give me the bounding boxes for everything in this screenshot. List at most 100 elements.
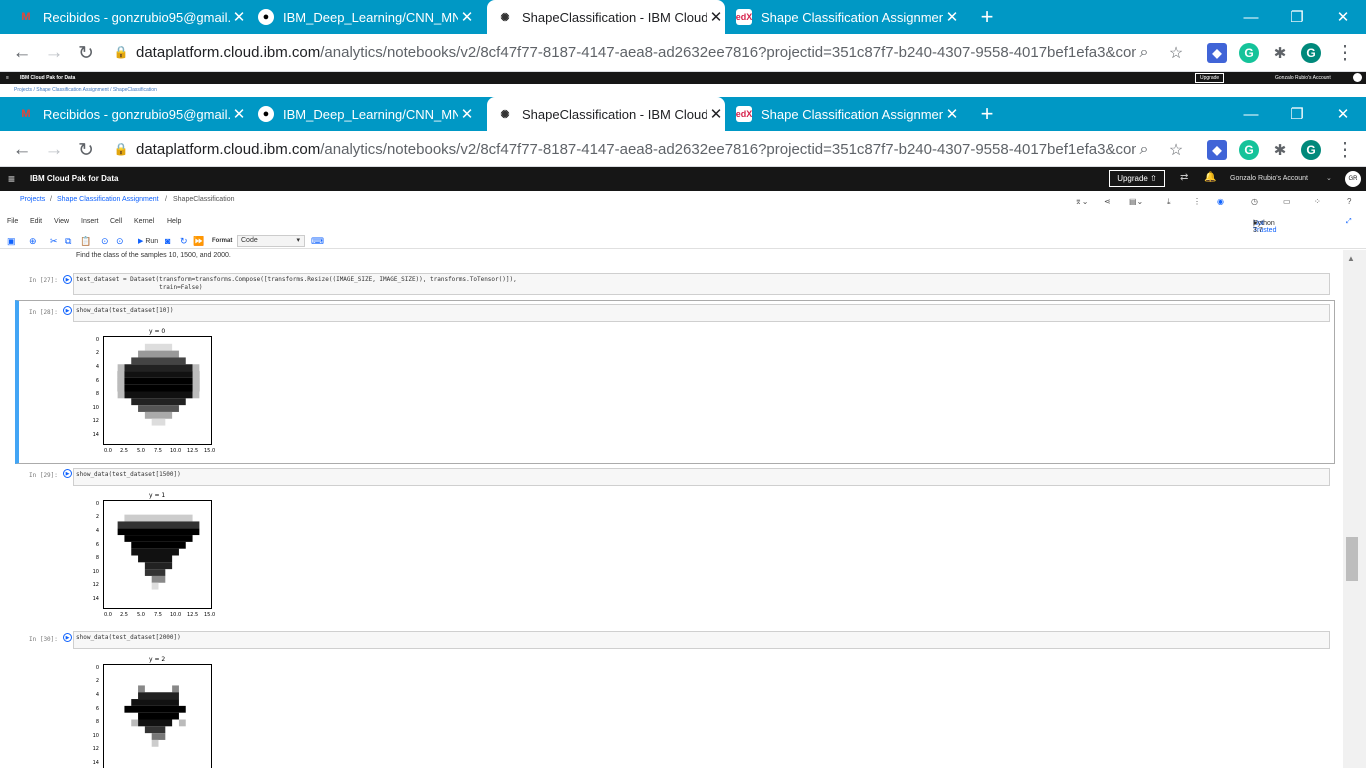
grammarly-icon[interactable]: G — [1239, 43, 1259, 63]
close-icon[interactable]: ✕ — [707, 105, 725, 123]
new-tab-button[interactable]: + — [975, 0, 999, 34]
notification-bell-icon[interactable]: 🔔 — [1204, 172, 1216, 183]
maximize-button[interactable]: ❐ — [1274, 97, 1320, 131]
new-tab-button[interactable]: + — [975, 97, 999, 131]
scroll-up-icon[interactable]: ▲ — [1347, 254, 1355, 263]
maximize-button[interactable]: ❐ — [1274, 0, 1320, 34]
comments-icon[interactable]: ▭ — [1283, 197, 1291, 206]
minimize-button[interactable]: — — [1228, 0, 1274, 34]
breadcrumb-projects[interactable]: Projects — [20, 196, 45, 203]
tab-gmail[interactable]: M Recibidos - gonzrubio95@gmail. ✕ — [18, 0, 248, 34]
interrupt-icon[interactable]: ◙ — [165, 236, 170, 246]
menu-help[interactable]: Help — [167, 218, 181, 225]
close-icon[interactable]: ✕ — [230, 105, 248, 123]
notebook-scrollbar[interactable]: ▲ — [1343, 250, 1366, 768]
extensions-puzzle-icon[interactable]: ✱ — [1266, 131, 1294, 169]
url-bar[interactable]: 🔒 dataplatform.cloud.ibm.com/analytics/n… — [106, 37, 1194, 67]
forward-button[interactable]: → — [40, 131, 68, 169]
cell-type-select[interactable]: Code ▾ — [237, 235, 305, 247]
zoom-icon[interactable]: ⌕ — [1130, 131, 1158, 169]
zoom-icon[interactable]: ⌕ — [1130, 34, 1158, 72]
window-close-button[interactable]: ✕ — [1320, 0, 1366, 34]
code-input[interactable]: show_data(test_dataset[2000]) — [73, 631, 1330, 649]
help-icon[interactable]: ? — [1347, 197, 1351, 206]
run-cell-icon[interactable]: ▶ — [63, 633, 72, 642]
download-icon[interactable]: ⤓ — [1167, 197, 1171, 207]
tab-ibm-cloud[interactable]: ✺ ShapeClassification - IBM Cloud P ✕ — [487, 0, 725, 34]
code-input[interactable]: test_dataset = Dataset(transform=transfo… — [73, 273, 1330, 295]
close-icon[interactable]: ✕ — [458, 8, 476, 26]
expand-icon[interactable]: ⤢ — [1346, 218, 1352, 226]
run-cell-icon[interactable]: ▶ — [63, 469, 72, 478]
menu-edit[interactable]: Edit — [30, 218, 42, 225]
switch-icon[interactable]: ⇄ — [1180, 172, 1188, 183]
menu-insert[interactable]: Insert — [81, 218, 99, 225]
extension-icon[interactable]: ◆ — [1207, 140, 1227, 160]
tab-github[interactable]: ● IBM_Deep_Learning/CNN_MNIST ✕ — [258, 97, 476, 131]
tab-edx[interactable]: edX Shape Classification Assignment ✕ — [736, 97, 961, 131]
avatar[interactable]: GR — [1345, 171, 1361, 187]
menu-cell[interactable]: Cell — [110, 218, 122, 225]
code-input[interactable]: show_data(test_dataset[1500]) — [73, 468, 1330, 486]
tab-gmail[interactable]: M Recibidos - gonzrubio95@gmail. ✕ — [18, 97, 248, 131]
window-close-button[interactable]: ✕ — [1320, 97, 1366, 131]
info-icon[interactable]: ⌆⌄ — [1075, 197, 1088, 206]
menu-file[interactable]: File — [7, 218, 18, 225]
profile-avatar[interactable]: G — [1301, 140, 1321, 160]
browser-menu-icon[interactable]: ⋮ — [1331, 131, 1359, 169]
reload-button[interactable]: ↻ — [72, 131, 100, 169]
account-switcher[interactable]: Gonzalo Rubio's Account — [1230, 175, 1308, 182]
history-icon[interactable]: ◷ — [1251, 197, 1258, 206]
share-icon[interactable]: ⋖ — [1104, 197, 1111, 206]
menu-kernel[interactable]: Kernel — [134, 218, 154, 225]
reload-button[interactable]: ↻ — [72, 34, 100, 72]
save-icon[interactable]: ▣ — [7, 236, 16, 247]
code-input[interactable]: show_data(test_dataset[10]) — [73, 304, 1330, 322]
y-tick: 12 — [92, 418, 99, 424]
add-cell-icon[interactable]: ⊕ — [29, 236, 37, 247]
find-resources-icon[interactable]: ◉ — [1217, 197, 1224, 206]
minimize-button[interactable]: — — [1228, 97, 1274, 131]
tab-ibm-cloud[interactable]: ✺ ShapeClassification - IBM Cloud P ✕ — [487, 97, 725, 131]
run-cell-icon[interactable]: ▶ — [63, 306, 72, 315]
data-icon[interactable]: ⁘ — [1314, 197, 1321, 206]
keyboard-icon[interactable]: ⌨ — [311, 236, 324, 247]
chevron-down-icon[interactable]: ⌄ — [1326, 174, 1332, 182]
breadcrumb-assignment[interactable]: Shape Classification Assignment — [57, 196, 159, 203]
restart-run-all-icon[interactable]: ⏩ — [193, 236, 204, 247]
more-icon[interactable]: ⋮ — [1193, 197, 1201, 206]
bookmark-star-icon[interactable]: ☆ — [1162, 131, 1190, 169]
tab-github[interactable]: ● IBM_Deep_Learning/CNN_MNIST ✕ — [258, 0, 476, 34]
run-cell-icon[interactable]: ▶ — [63, 275, 72, 284]
close-icon[interactable]: ✕ — [943, 105, 961, 123]
url-bar[interactable]: 🔒 dataplatform.cloud.ibm.com/analytics/n… — [106, 134, 1194, 164]
profile-avatar[interactable]: G — [1301, 43, 1321, 63]
close-icon[interactable]: ✕ — [707, 8, 725, 26]
menu-view[interactable]: View — [54, 218, 69, 225]
bookmark-star-icon[interactable]: ☆ — [1162, 34, 1190, 72]
copy-icon[interactable]: ⧉ — [65, 236, 71, 247]
run-button[interactable]: ▶ Run — [138, 237, 158, 245]
paste-icon[interactable]: 📋 — [80, 236, 91, 247]
tab-edx[interactable]: edX Shape Classification Assignment ✕ — [736, 0, 961, 34]
back-button[interactable]: ← — [8, 131, 36, 169]
grammarly-icon[interactable]: G — [1239, 140, 1259, 160]
browser-menu-icon[interactable]: ⋮ — [1331, 34, 1359, 72]
upgrade-button[interactable]: Upgrade ⇧ — [1109, 170, 1165, 187]
forward-button[interactable]: → — [40, 34, 68, 72]
close-icon[interactable]: ✕ — [943, 8, 961, 26]
move-down-icon[interactable]: ⊙ — [116, 236, 124, 247]
extensions-puzzle-icon[interactable]: ✱ — [1266, 34, 1294, 72]
mini-upgrade-button[interactable]: Upgrade — [1195, 73, 1225, 83]
cut-icon[interactable]: ✂ — [50, 236, 58, 247]
mini-account[interactable]: Gonzalo Rubio's Account — [1275, 75, 1331, 81]
close-icon[interactable]: ✕ — [230, 8, 248, 26]
hamburger-menu-icon[interactable]: ≡ — [8, 172, 15, 186]
move-up-icon[interactable]: ⊙ — [101, 236, 109, 247]
back-button[interactable]: ← — [8, 34, 36, 72]
schedule-icon[interactable]: ▤⌄ — [1129, 197, 1143, 206]
restart-icon[interactable]: ↻ — [180, 236, 188, 247]
close-icon[interactable]: ✕ — [458, 105, 476, 123]
scrollbar-thumb[interactable] — [1346, 537, 1358, 581]
extension-icon[interactable]: ◆ — [1207, 43, 1227, 63]
